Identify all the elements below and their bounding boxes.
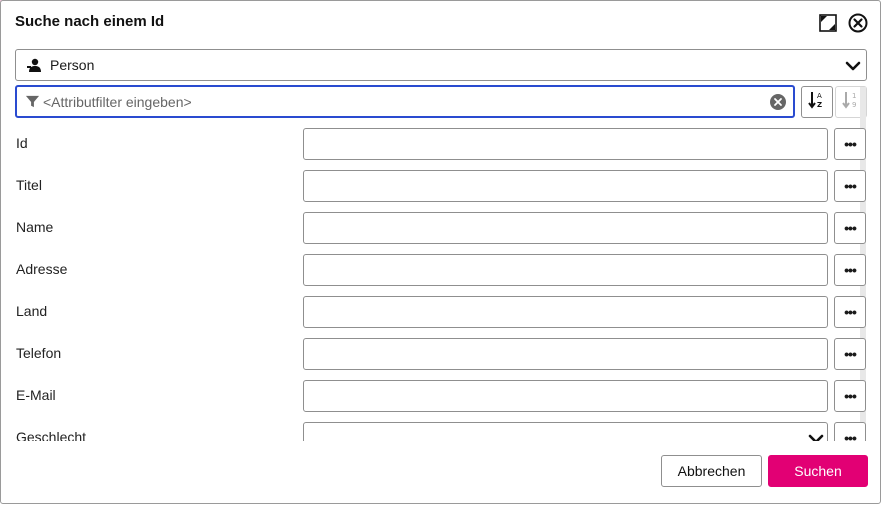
field-label: Land	[16, 303, 48, 319]
land-field[interactable]	[303, 296, 828, 328]
field-row-land: Land •••	[1, 296, 871, 328]
field-row-geschlecht: Geschlecht •••	[1, 422, 871, 441]
field-label: Geschlecht	[16, 429, 87, 441]
geschlecht-select[interactable]	[303, 422, 828, 441]
adresse-field[interactable]	[303, 254, 828, 286]
more-options-button[interactable]: •••	[834, 338, 866, 370]
svg-text:1: 1	[852, 92, 856, 100]
search-button[interactable]: Suchen	[768, 455, 868, 487]
maximize-icon[interactable]	[818, 13, 838, 33]
id-input[interactable]	[304, 129, 827, 159]
field-row-email: E-Mail •••	[1, 380, 871, 412]
svg-text:9: 9	[852, 101, 856, 109]
title-actions	[818, 13, 868, 33]
sort-alpha-icon: A Z	[807, 90, 827, 115]
more-options-button[interactable]: •••	[834, 212, 866, 244]
field-row-name: Name •••	[1, 212, 871, 244]
more-options-button[interactable]: •••	[834, 380, 866, 412]
land-input[interactable]	[304, 297, 827, 327]
email-input[interactable]	[304, 381, 827, 411]
name-input[interactable]	[304, 213, 827, 243]
field-row-telefon: Telefon •••	[1, 338, 871, 370]
chevron-down-icon	[807, 430, 825, 441]
id-field[interactable]	[303, 128, 828, 160]
field-row-id: Id •••	[1, 128, 871, 160]
attribute-filter-field[interactable]	[15, 85, 795, 118]
field-label: Adresse	[16, 261, 68, 277]
email-field[interactable]	[303, 380, 828, 412]
more-options-button[interactable]: •••	[834, 296, 866, 328]
object-type-select[interactable]: Person	[15, 49, 867, 81]
svg-text:A: A	[817, 92, 822, 100]
field-label: Name	[16, 219, 54, 235]
clear-filter-icon[interactable]	[769, 93, 787, 111]
field-label: Titel	[16, 177, 42, 193]
close-circle-icon[interactable]	[848, 13, 868, 33]
attribute-fields-list: Id ••• Titel ••• Name ••• Adresse ••• La…	[1, 127, 871, 441]
cancel-button[interactable]: Abbrechen	[661, 455, 762, 487]
person-icon	[26, 57, 42, 73]
dialog-title: Suche nach einem Id	[15, 13, 165, 30]
search-dialog: Suche nach einem Id Person <Attributfilt…	[0, 0, 881, 504]
field-label: Telefon	[16, 345, 62, 361]
telefon-input[interactable]	[304, 339, 827, 369]
object-type-value: Person	[50, 57, 95, 73]
svg-text:Z: Z	[817, 101, 822, 109]
titel-input[interactable]	[304, 171, 827, 201]
more-options-button[interactable]: •••	[834, 170, 866, 202]
field-label: Id	[16, 135, 28, 151]
adresse-input[interactable]	[304, 255, 827, 285]
titel-field[interactable]	[303, 170, 828, 202]
filter-funnel-icon	[25, 94, 41, 110]
more-options-button[interactable]: •••	[834, 254, 866, 286]
attribute-filter-input[interactable]	[43, 93, 763, 110]
field-label: E-Mail	[16, 387, 56, 403]
chevron-down-icon	[844, 57, 862, 75]
field-row-adresse: Adresse •••	[1, 254, 871, 286]
field-row-titel: Titel •••	[1, 170, 871, 202]
name-field[interactable]	[303, 212, 828, 244]
more-options-button[interactable]: •••	[834, 128, 866, 160]
sort-alpha-button[interactable]: A Z	[801, 86, 833, 118]
more-options-button[interactable]: •••	[834, 422, 866, 441]
telefon-field[interactable]	[303, 338, 828, 370]
sort-numeric-icon: 1 9	[841, 90, 861, 115]
